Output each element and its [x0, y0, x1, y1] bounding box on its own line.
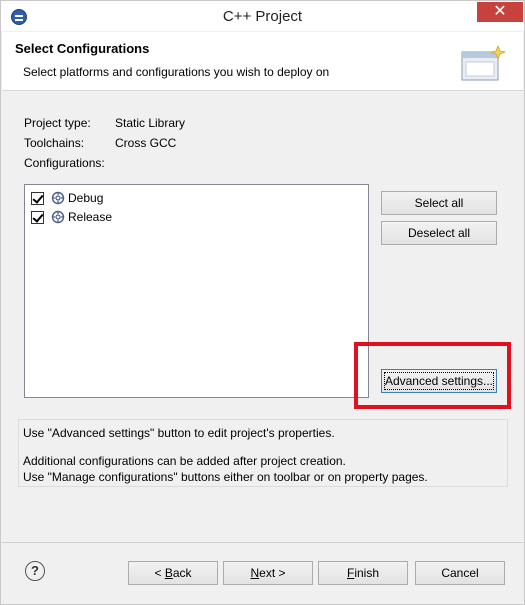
next-rest: ext >	[259, 566, 286, 580]
finish-button[interactable]: Finish	[318, 561, 408, 585]
finish-rest: inish	[354, 566, 380, 580]
message-area: Use "Advanced settings" button to edit p…	[18, 419, 508, 487]
select-all-button[interactable]: Select all	[381, 191, 497, 215]
back-prefix: <	[154, 566, 165, 580]
debug-label: Debug	[68, 191, 104, 205]
configurations-list[interactable]: Debug Release	[24, 184, 369, 398]
page-title: Select Configurations	[15, 41, 150, 56]
message-line-1: Use "Advanced settings" button to edit p…	[23, 426, 335, 440]
release-checkbox[interactable]	[31, 211, 44, 224]
configurations-label: Configurations:	[24, 156, 105, 170]
wizard-header: Select Configurations Select platforms a…	[2, 32, 523, 91]
configuration-gear-icon	[51, 210, 65, 224]
help-icon[interactable]: ?	[25, 561, 45, 581]
next-mnemonic: N	[250, 566, 260, 580]
cancel-button[interactable]: Cancel	[415, 561, 505, 585]
title-bar: C++ Project ✕	[1, 1, 524, 31]
toolchains-value: Cross GCC	[115, 136, 177, 150]
toolchains-label: Toolchains:	[24, 136, 85, 150]
page-description: Select platforms and configurations you …	[23, 65, 330, 79]
back-rest: ack	[172, 566, 192, 580]
red-highlight-box	[354, 342, 511, 409]
close-icon: ✕	[493, 3, 507, 20]
back-mnemonic: B	[164, 566, 173, 580]
close-button[interactable]: ✕	[477, 2, 523, 22]
footer-separator	[2, 542, 523, 543]
configuration-gear-icon	[51, 191, 65, 205]
window-title: C++ Project	[222, 8, 303, 25]
release-label: Release	[68, 210, 113, 224]
deselect-all-button[interactable]: Deselect all	[381, 221, 497, 245]
project-type-label: Project type:	[24, 116, 91, 130]
message-line-3: Use "Manage configurations" buttons eith…	[23, 470, 428, 484]
back-button[interactable]: < Back	[128, 561, 218, 585]
project-type-value: Static Library	[115, 116, 186, 130]
debug-checkbox[interactable]	[31, 192, 44, 205]
message-line-2: Additional configurations can be added a…	[23, 454, 346, 468]
next-button[interactable]: Next >	[223, 561, 313, 585]
dialog-window: C++ Project ✕ Select Configurations Sele…	[0, 0, 525, 605]
wizard-banner-icon	[461, 44, 506, 81]
